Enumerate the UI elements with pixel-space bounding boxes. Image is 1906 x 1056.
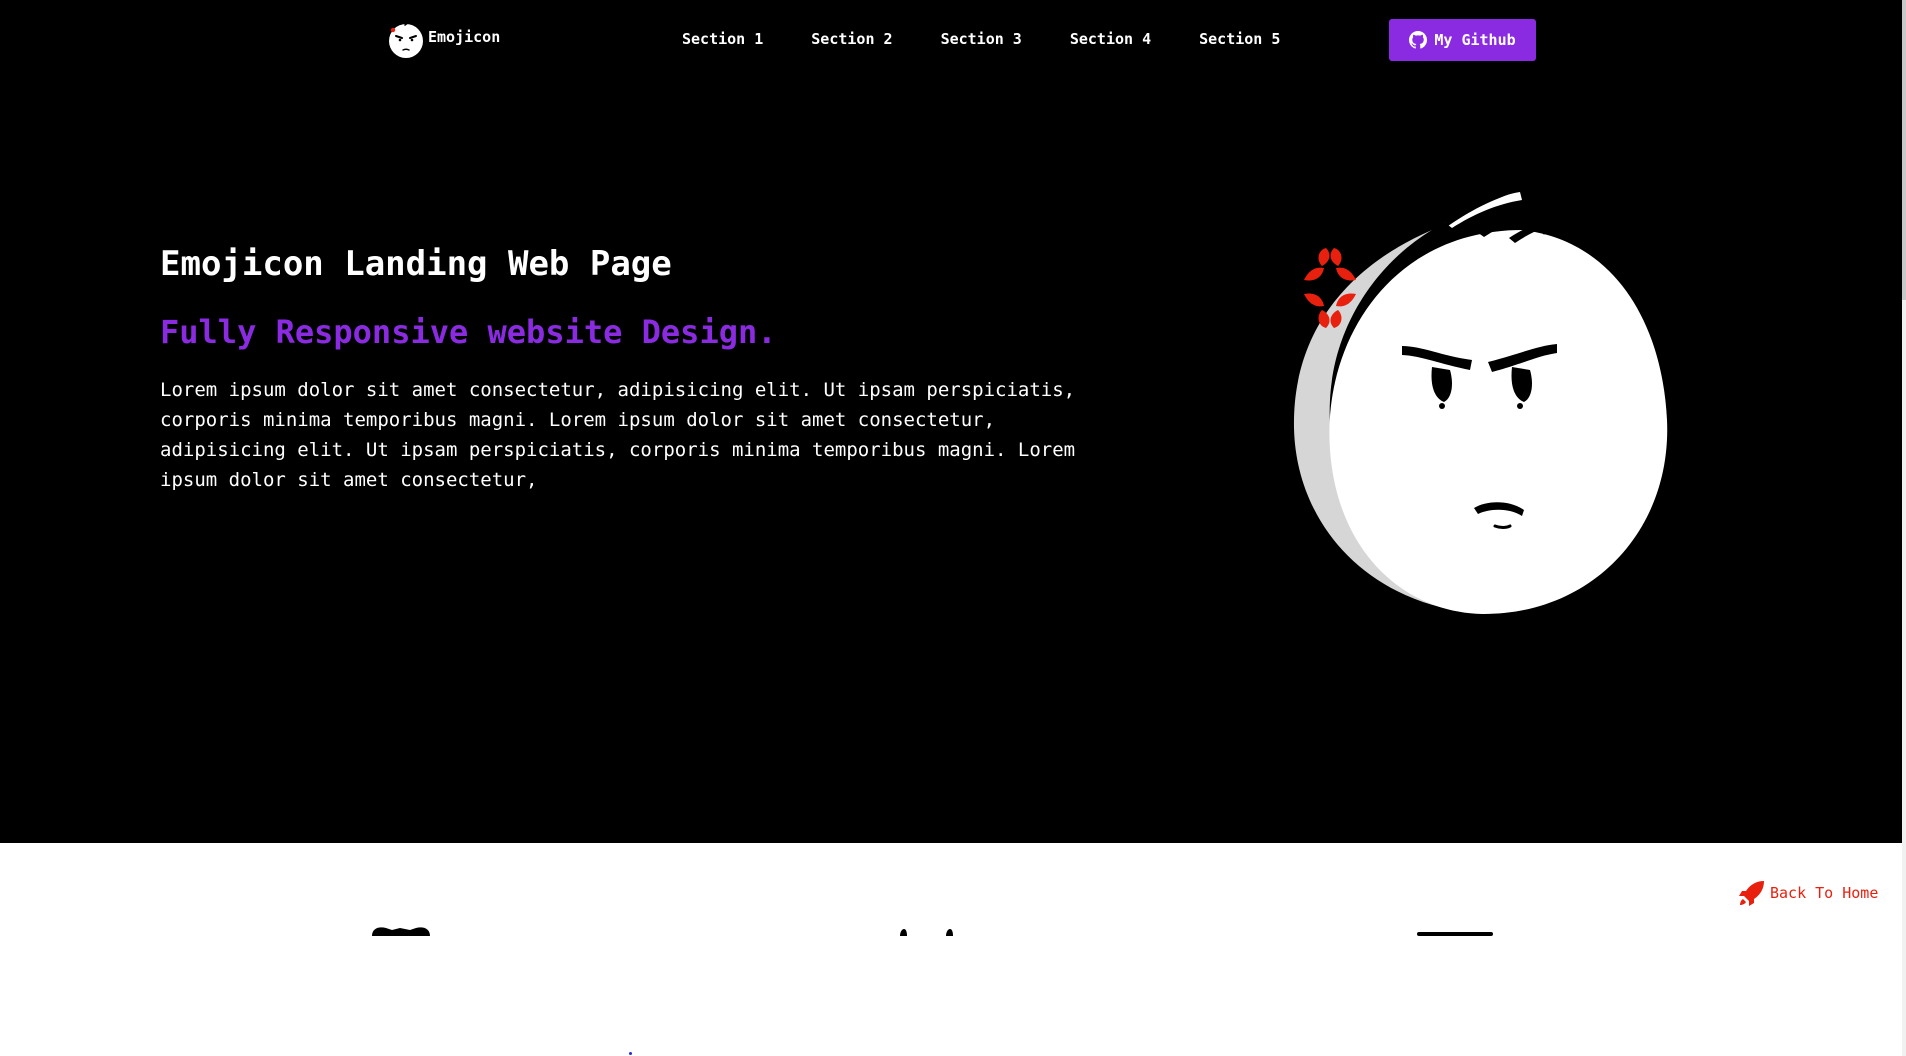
- section-illustration-2: [900, 929, 953, 936]
- section-illustration-3: [1417, 932, 1493, 936]
- angry-face-icon: [1293, 174, 1668, 615]
- github-button-label: My Github: [1434, 31, 1516, 49]
- back-to-home-label: Back To Home: [1770, 884, 1879, 902]
- nav-section-2[interactable]: Section 2: [811, 30, 892, 48]
- hero-title: Emojicon Landing Web Page: [160, 244, 672, 284]
- nav-section-5[interactable]: Section 5: [1199, 30, 1280, 48]
- nav-section-1[interactable]: Section 1: [682, 30, 763, 48]
- github-icon: [1409, 31, 1428, 49]
- nav-section-3[interactable]: Section 3: [941, 30, 1022, 48]
- rocket-icon: [1739, 881, 1764, 906]
- scrollbar-thumb[interactable]: [1902, 0, 1906, 300]
- section-illustration-1: [372, 927, 430, 936]
- main-nav: Section 1 Section 2 Section 3 Section 4 …: [682, 30, 1280, 48]
- grumpy-face-icon: [389, 20, 423, 58]
- brand-name: Emojicon: [428, 28, 501, 46]
- back-to-home-link[interactable]: Back To Home: [1738, 879, 1878, 907]
- nav-section-4[interactable]: Section 4: [1070, 30, 1151, 48]
- hero-subtitle: Fully Responsive website Design.: [160, 313, 777, 351]
- github-button[interactable]: My Github: [1389, 19, 1536, 61]
- hero-description: Lorem ipsum dolor sit amet consectetur, …: [160, 379, 1076, 491]
- brand-logo-link[interactable]: Emojicon: [387, 19, 500, 59]
- decorative-dot: [629, 1052, 632, 1055]
- hero-section: Emojicon Section 1 Section 2 Section 3 S…: [0, 0, 1902, 843]
